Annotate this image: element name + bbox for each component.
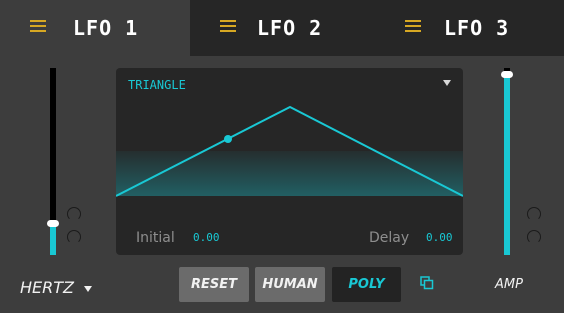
waveform-band bbox=[116, 151, 463, 196]
human-button[interactable]: HUMAN bbox=[255, 267, 325, 302]
tab-label: LFO 2 bbox=[257, 16, 323, 40]
tab-label: LFO 3 bbox=[444, 16, 510, 40]
amp-slider[interactable] bbox=[501, 68, 513, 255]
amp-slider-handle[interactable] bbox=[501, 71, 513, 78]
mod-knob-1[interactable] bbox=[67, 207, 81, 221]
tab-lfo-1[interactable]: LFO 1 bbox=[0, 0, 190, 56]
amp-mod-knob-1[interactable] bbox=[527, 207, 541, 221]
mod-knob-2[interactable] bbox=[67, 230, 81, 244]
waveform-graph[interactable] bbox=[116, 68, 463, 255]
initial-label: Initial bbox=[136, 230, 175, 246]
chevron-down-icon[interactable] bbox=[84, 286, 92, 292]
delay-label: Delay bbox=[369, 230, 410, 246]
amp-slider-fill bbox=[504, 74, 510, 255]
rate-mode-select[interactable]: HERTZ bbox=[20, 278, 74, 297]
delay-value[interactable]: 0.00 bbox=[426, 231, 453, 244]
rate-slider[interactable] bbox=[47, 68, 59, 255]
waveform-display: TRIANGLE Initial 0.00 Delay 0.00 bbox=[116, 68, 463, 255]
menu-icon[interactable] bbox=[220, 20, 236, 34]
tab-lfo-3[interactable]: LFO 3 bbox=[380, 0, 564, 56]
copy-icon[interactable] bbox=[420, 276, 434, 290]
amp-label: AMP bbox=[495, 277, 523, 292]
initial-value[interactable]: 0.00 bbox=[193, 231, 220, 244]
menu-icon[interactable] bbox=[405, 20, 421, 34]
reset-button[interactable]: RESET bbox=[179, 267, 249, 302]
rate-slider-fill bbox=[50, 223, 56, 255]
tab-label: LFO 1 bbox=[73, 16, 139, 40]
rate-slider-handle[interactable] bbox=[47, 220, 59, 227]
lfo-tab-bar: LFO 1 LFO 2 LFO 3 bbox=[0, 0, 564, 56]
menu-icon[interactable] bbox=[30, 20, 46, 34]
tab-lfo-2[interactable]: LFO 2 bbox=[190, 0, 380, 56]
amp-mod-knob-2[interactable] bbox=[527, 230, 541, 244]
phase-marker[interactable] bbox=[224, 135, 232, 143]
poly-button[interactable]: POLY bbox=[332, 267, 401, 302]
